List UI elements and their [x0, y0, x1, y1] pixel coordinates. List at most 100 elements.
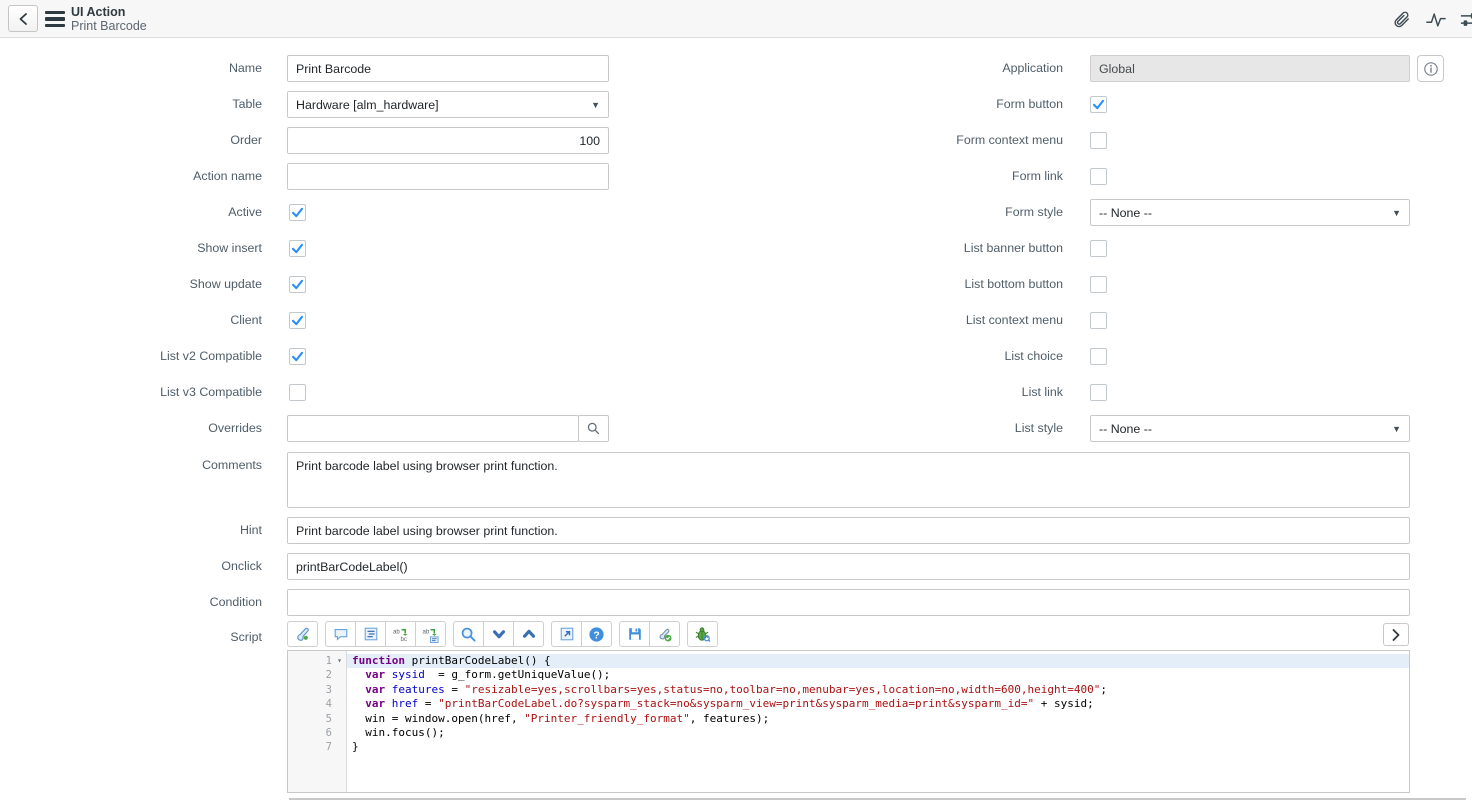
list-v3-compatible-label: List v3 Compatible [0, 379, 262, 406]
open-popout-button[interactable] [551, 621, 582, 647]
back-button[interactable] [8, 5, 38, 32]
list-banner-button-checkbox[interactable] [1090, 240, 1107, 257]
chevron-down-icon: ▼ [591, 100, 600, 110]
replace-icon: abbc [392, 626, 409, 643]
start-search-button[interactable] [453, 621, 484, 647]
chevron-down-icon: ▼ [1392, 424, 1401, 434]
list-banner-button-label: List banner button [710, 235, 1063, 262]
form-button-label: Form button [710, 91, 1063, 118]
client-checkbox[interactable] [289, 312, 306, 329]
script-code-editor[interactable]: 1▾function printBarCodeLabel() {2 var sy… [287, 650, 1410, 793]
table-select[interactable]: Hardware [alm_hardware] ▼ [287, 91, 609, 118]
save-icon [627, 626, 643, 642]
fold-marker-icon[interactable]: ▾ [332, 654, 347, 668]
form-context-menu-label: Form context menu [710, 127, 1063, 154]
check-icon [291, 350, 304, 363]
toggle-comment-button[interactable] [325, 621, 356, 647]
list-style-select[interactable]: -- None -- ▼ [1090, 415, 1410, 442]
overrides-lookup-button[interactable] [578, 415, 609, 442]
active-checkbox[interactable] [289, 204, 306, 221]
list-v2-compatible-checkbox[interactable] [289, 348, 306, 365]
comments-textarea[interactable]: Print barcode label using browser print … [287, 452, 1410, 508]
replace-all-button[interactable]: ab [415, 621, 446, 647]
action-name-input[interactable] [287, 163, 609, 190]
page-title: UI Action Print Barcode [71, 5, 147, 33]
list-context-menu-label: List context menu [710, 307, 1063, 334]
format-code-icon [363, 626, 379, 642]
form-link-checkbox[interactable] [1090, 168, 1107, 185]
code-line[interactable]: 4 var href = "printBarCodeLabel.do?syspa… [288, 697, 1409, 711]
code-line[interactable]: 2 var sysid = g_form.getUniqueValue(); [288, 668, 1409, 682]
check-icon [291, 206, 304, 219]
order-input[interactable] [287, 127, 609, 154]
svg-text:?: ? [593, 630, 599, 641]
svg-text:bc: bc [401, 636, 407, 643]
condition-input[interactable] [287, 589, 1410, 616]
format-code-button[interactable] [355, 621, 386, 647]
list-link-checkbox[interactable] [1090, 384, 1107, 401]
script-label: Script [0, 624, 262, 651]
overrides-input[interactable] [287, 415, 579, 442]
list-v2-compatible-label: List v2 Compatible [0, 343, 262, 370]
list-context-menu-checkbox[interactable] [1090, 312, 1107, 329]
active-label: Active [0, 199, 262, 226]
code-line[interactable]: 1▾function printBarCodeLabel() { [288, 654, 1409, 668]
attachment-icon[interactable] [1392, 10, 1412, 29]
comment-icon [333, 626, 349, 642]
editor-expand-button[interactable] [1383, 623, 1409, 646]
personalize-form-icon[interactable] [1460, 10, 1472, 29]
activity-stream-icon[interactable] [1426, 10, 1446, 29]
hint-input[interactable] [287, 517, 1410, 544]
help-button[interactable]: ? [581, 621, 612, 647]
script-debugger-button[interactable] [687, 621, 718, 647]
list-bottom-button-label: List bottom button [710, 271, 1063, 298]
syntax-check-button[interactable] [649, 621, 680, 647]
hint-label: Hint [0, 517, 262, 544]
replace-all-icon: ab [422, 626, 439, 643]
section-divider [289, 798, 1466, 800]
replace-button[interactable]: abbc [385, 621, 416, 647]
show-insert-checkbox[interactable] [289, 240, 306, 257]
code-line[interactable]: 7} [288, 740, 1409, 754]
syntax-check-icon [656, 626, 673, 643]
chevron-down-icon: ▼ [1392, 208, 1401, 218]
code-line[interactable]: 5 win = window.open(href, "Printer_frien… [288, 712, 1409, 726]
syntax-editor-toggle-button[interactable] [287, 621, 318, 647]
code-line[interactable]: 3 var features = "resizable=yes,scrollba… [288, 683, 1409, 697]
check-icon [1092, 98, 1105, 111]
order-label: Order [0, 127, 262, 154]
chevron-left-icon [18, 13, 28, 25]
table-select-value: Hardware [alm_hardware] [296, 98, 439, 112]
popout-icon [559, 626, 575, 642]
show-insert-label: Show insert [0, 235, 262, 262]
form-context-menu-checkbox[interactable] [1090, 132, 1107, 149]
find-previous-button[interactable] [513, 621, 544, 647]
find-previous-icon [521, 626, 537, 642]
find-next-button[interactable] [483, 621, 514, 647]
form-style-label: Form style [710, 199, 1063, 226]
show-update-label: Show update [0, 271, 262, 298]
svg-text:ab: ab [422, 628, 429, 635]
header-actions [1392, 10, 1472, 29]
application-input [1090, 55, 1410, 82]
find-next-icon [491, 626, 507, 642]
syntax-editor-icon [294, 626, 311, 643]
name-input[interactable] [287, 55, 609, 82]
code-line[interactable]: 6 win.focus(); [288, 726, 1409, 740]
table-label: Table [0, 91, 262, 118]
list-choice-label: List choice [710, 343, 1063, 370]
list-v3-compatible-checkbox[interactable] [289, 384, 306, 401]
check-icon [291, 314, 304, 327]
save-script-button[interactable] [619, 621, 650, 647]
onclick-label: Onclick [0, 553, 262, 580]
show-update-checkbox[interactable] [289, 276, 306, 293]
onclick-input[interactable] [287, 553, 1410, 580]
application-info-button[interactable] [1417, 55, 1444, 82]
context-menu-icon[interactable] [45, 11, 65, 27]
search-icon [460, 626, 477, 643]
list-choice-checkbox[interactable] [1090, 348, 1107, 365]
form-button-checkbox[interactable] [1090, 96, 1107, 113]
list-bottom-button-checkbox[interactable] [1090, 276, 1107, 293]
record-name-subtitle: Print Barcode [71, 19, 147, 33]
form-style-select[interactable]: -- None -- ▼ [1090, 199, 1410, 226]
